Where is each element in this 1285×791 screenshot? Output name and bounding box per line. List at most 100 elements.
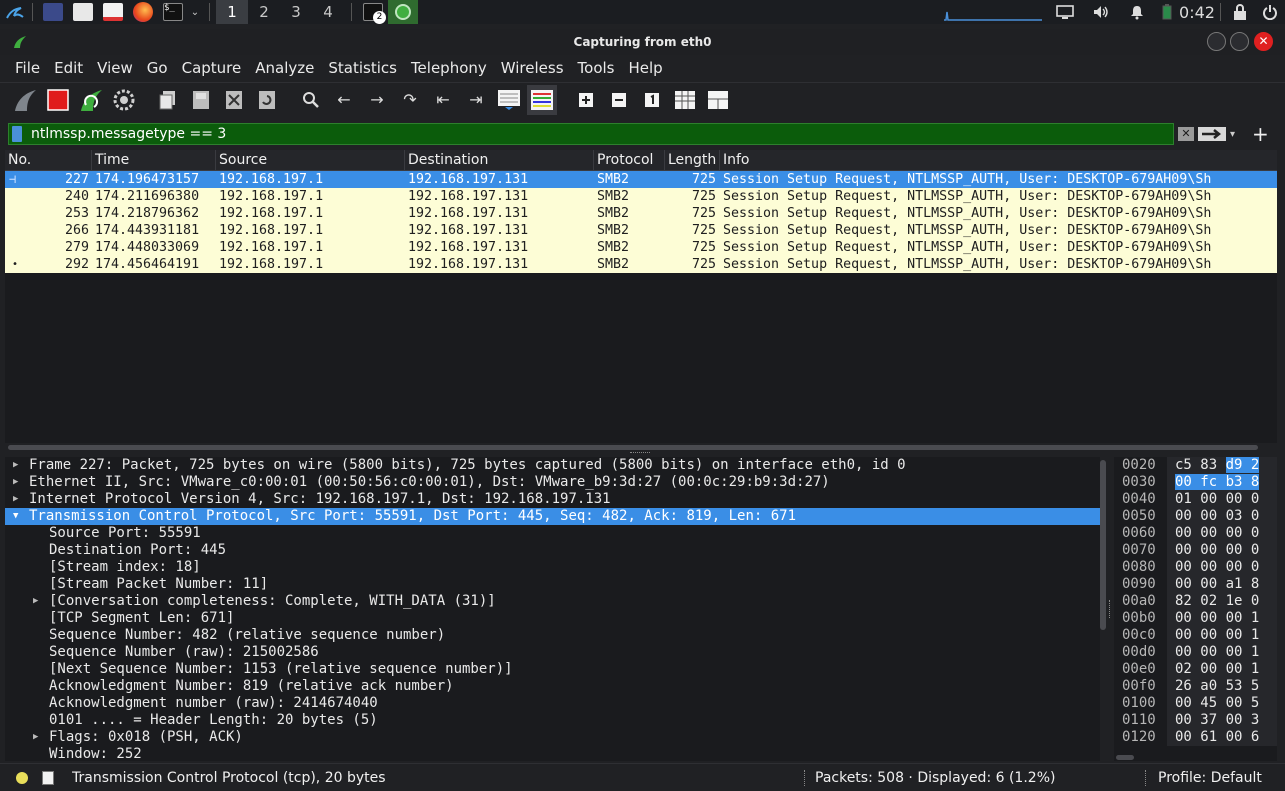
- filter-history-chevron-icon[interactable]: ▾: [1230, 129, 1242, 140]
- volume-icon[interactable]: [1083, 0, 1119, 24]
- bytes-hscrollbar[interactable]: [1116, 755, 1134, 760]
- hex-row[interactable]: 0030 00 fc b3 8: [1114, 474, 1277, 491]
- firefox-icon[interactable]: [128, 0, 158, 24]
- file-manager-icon[interactable]: [68, 0, 98, 24]
- menu-file[interactable]: File: [8, 59, 47, 77]
- packet-row[interactable]: ⊣ 227 174.196473157 192.168.197.1 192.16…: [5, 171, 1277, 188]
- packet-row[interactable]: 253 174.218796362 192.168.197.1 192.168.…: [5, 205, 1277, 222]
- detail-tree-row[interactable]: [TCP Segment Len: 671]: [5, 610, 1100, 627]
- task-terminal-icon[interactable]: 2: [358, 0, 388, 24]
- hex-row[interactable]: 00c0 00 00 00 1: [1114, 627, 1277, 644]
- hex-row[interactable]: 0090 00 00 a1 8: [1114, 576, 1277, 593]
- apply-filter-button[interactable]: [1198, 127, 1226, 141]
- open-file-icon[interactable]: [153, 85, 183, 115]
- col-no[interactable]: No.: [5, 150, 92, 170]
- hex-row[interactable]: 0040 01 00 00 0: [1114, 491, 1277, 508]
- hex-row[interactable]: 0050 00 00 03 0: [1114, 508, 1277, 525]
- col-source[interactable]: Source: [216, 150, 405, 170]
- menu-edit[interactable]: Edit: [47, 59, 90, 77]
- pane-splitter-handle[interactable]: [630, 452, 650, 454]
- workspace-1[interactable]: 1: [216, 0, 248, 24]
- clear-filter-icon[interactable]: ✕: [1178, 127, 1194, 141]
- display-icon[interactable]: [1047, 0, 1083, 24]
- menu-view[interactable]: View: [90, 59, 140, 77]
- start-capture-button[interactable]: [10, 85, 40, 115]
- go-to-packet-icon[interactable]: ↷: [395, 85, 425, 115]
- text-editor-icon[interactable]: [98, 0, 128, 24]
- detail-tree-row[interactable]: ▼ Transmission Control Protocol, Src Port…: [5, 508, 1100, 525]
- capture-comment-icon[interactable]: [42, 770, 54, 785]
- menu-help[interactable]: Help: [621, 59, 669, 77]
- hex-row[interactable]: 00f0 26 a0 53 5: [1114, 678, 1277, 695]
- menu-wireless[interactable]: Wireless: [494, 59, 571, 77]
- filter-bookmark-icon[interactable]: [12, 126, 22, 142]
- zoom-out-icon[interactable]: [604, 85, 634, 115]
- col-time[interactable]: Time: [92, 150, 216, 170]
- minimize-button[interactable]: [1207, 32, 1226, 51]
- packet-row[interactable]: • 292 174.456464191 192.168.197.1 192.16…: [5, 256, 1277, 273]
- col-destination[interactable]: Destination: [405, 150, 594, 170]
- resize-columns-icon[interactable]: [670, 85, 700, 115]
- reload-file-icon[interactable]: [252, 85, 282, 115]
- detail-tree-row[interactable]: ▶ Flags: 0x018 (PSH, ACK): [5, 729, 1100, 746]
- go-first-packet-icon[interactable]: ⇤: [428, 85, 458, 115]
- chevron-down-icon[interactable]: ⌄: [188, 0, 202, 24]
- find-packet-icon[interactable]: [296, 85, 326, 115]
- go-forward-icon[interactable]: →: [362, 85, 392, 115]
- menu-telephony[interactable]: Telephony: [404, 59, 494, 77]
- collapsed-arrow-icon[interactable]: ▶: [13, 491, 23, 508]
- terminal-icon[interactable]: $_: [158, 0, 188, 24]
- pane-vsplitter-handle[interactable]: [1109, 600, 1111, 618]
- detail-tree-row[interactable]: ▶ Frame 227: Packet, 725 bytes on wire (5…: [5, 457, 1100, 474]
- display-filter-input[interactable]: ntlmssp.messagetype == 3: [8, 123, 1174, 145]
- detail-tree-row[interactable]: ▶ Ethernet II, Src: VMware_c0:00:01 (00:5…: [5, 474, 1100, 491]
- hex-row[interactable]: 0020 c5 83 d9 2: [1114, 457, 1277, 474]
- layout-panes-icon[interactable]: [703, 85, 733, 115]
- close-button[interactable]: ✕: [1254, 32, 1273, 51]
- packet-row[interactable]: 240 174.211696380 192.168.197.1 192.168.…: [5, 188, 1277, 205]
- maximize-button[interactable]: [1230, 32, 1249, 51]
- detail-tree-row[interactable]: Destination Port: 445: [5, 542, 1100, 559]
- hex-row[interactable]: 00b0 00 00 00 1: [1114, 610, 1277, 627]
- capture-options-icon[interactable]: [109, 85, 139, 115]
- add-filter-button[interactable]: +: [1252, 124, 1269, 144]
- detail-tree-row[interactable]: Acknowledgment Number: 819 (relative ack…: [5, 678, 1100, 695]
- details-vscrollbar[interactable]: [1100, 460, 1106, 630]
- expanded-arrow-icon[interactable]: ▼: [13, 508, 23, 525]
- colorize-icon[interactable]: [527, 84, 557, 115]
- menu-statistics[interactable]: Statistics: [321, 59, 404, 77]
- save-file-icon[interactable]: [186, 85, 216, 115]
- task-wireshark-icon[interactable]: [388, 0, 418, 24]
- col-length[interactable]: Length: [665, 150, 720, 170]
- hex-row[interactable]: 0120 00 61 00 6: [1114, 729, 1277, 746]
- packet-row[interactable]: 266 174.443931181 192.168.197.1 192.168.…: [5, 222, 1277, 239]
- autoscroll-icon[interactable]: [494, 85, 524, 115]
- stop-capture-button[interactable]: [43, 85, 73, 115]
- detail-tree-row[interactable]: Window: 252: [5, 746, 1100, 761]
- normal-size-icon[interactable]: [637, 85, 667, 115]
- zoom-in-icon[interactable]: [571, 85, 601, 115]
- menu-analyze[interactable]: Analyze: [248, 59, 321, 77]
- close-file-icon[interactable]: [219, 85, 249, 115]
- col-info[interactable]: Info: [720, 150, 1277, 170]
- collapsed-arrow-icon[interactable]: ▶: [33, 729, 43, 746]
- detail-tree-row[interactable]: Source Port: 55591: [5, 525, 1100, 542]
- collapsed-arrow-icon[interactable]: ▶: [13, 474, 23, 491]
- kali-menu-icon[interactable]: [0, 0, 30, 24]
- collapsed-arrow-icon[interactable]: ▶: [33, 593, 43, 610]
- hex-row[interactable]: 0080 00 00 00 0: [1114, 559, 1277, 576]
- detail-tree-row[interactable]: ▶ Internet Protocol Version 4, Src: 192.1…: [5, 491, 1100, 508]
- hex-row[interactable]: 00d0 00 00 00 1: [1114, 644, 1277, 661]
- hex-row[interactable]: 0110 00 37 00 3: [1114, 712, 1277, 729]
- detail-tree-row[interactable]: [Stream index: 18]: [5, 559, 1100, 576]
- workspace-4[interactable]: 4: [312, 0, 344, 24]
- go-last-packet-icon[interactable]: ⇥: [461, 85, 491, 115]
- window-titlebar[interactable]: Capturing from eth0 ✕: [0, 29, 1285, 55]
- hex-row[interactable]: 0100 00 45 00 5: [1114, 695, 1277, 712]
- detail-tree-row[interactable]: Acknowledgment number (raw): 2414674040: [5, 695, 1100, 712]
- detail-tree-row[interactable]: ▶ [Conversation completeness: Complete, W…: [5, 593, 1100, 610]
- collapsed-arrow-icon[interactable]: ▶: [13, 457, 23, 474]
- detail-tree-row[interactable]: Sequence Number: 482 (relative sequence …: [5, 627, 1100, 644]
- packet-row[interactable]: 279 174.448033069 192.168.197.1 192.168.…: [5, 239, 1277, 256]
- packet-list-hscrollbar[interactable]: [8, 445, 1258, 450]
